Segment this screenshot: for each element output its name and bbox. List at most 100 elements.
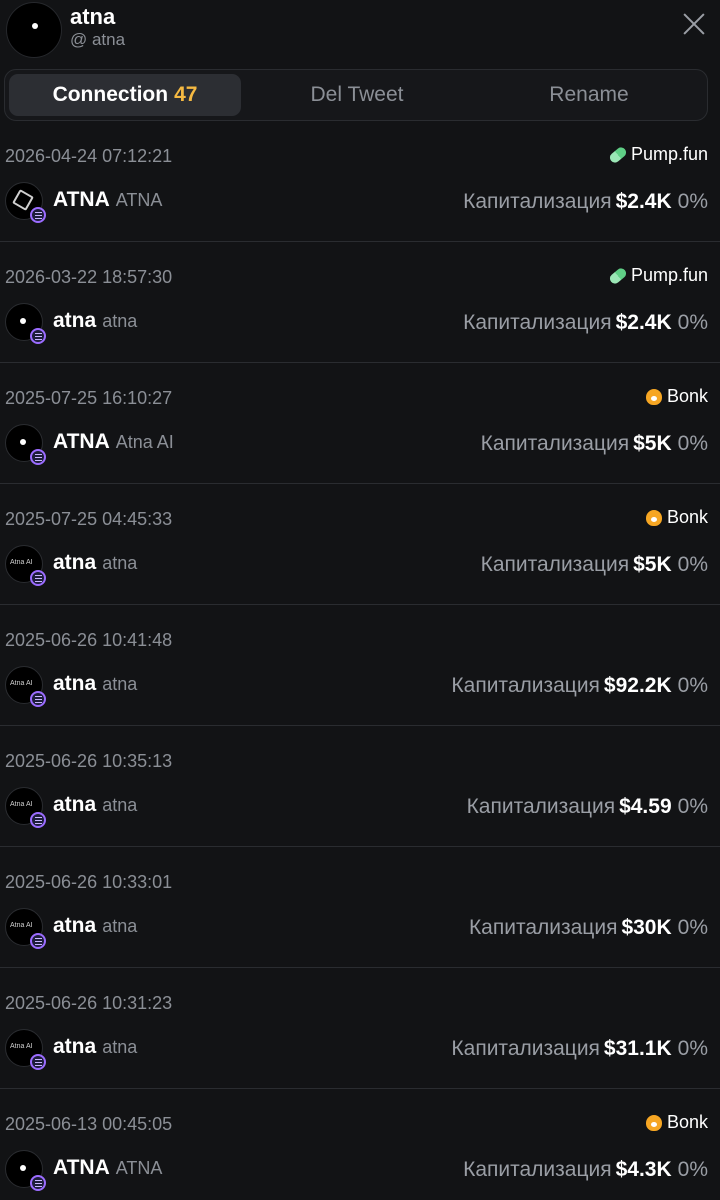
token-ticker[interactable]: atna atna — [53, 914, 137, 938]
avatar-text: Atna AI — [10, 1043, 33, 1050]
token-row[interactable]: 2025-06-26 10:31:23 Atna AI atna atna Кап… — [0, 968, 720, 1089]
market-cap-value: $92.2K — [603, 674, 672, 697]
solana-chain-icon — [30, 933, 46, 949]
market-cap-value: $2.4K — [615, 190, 672, 213]
token-symbol: atna — [53, 672, 97, 695]
pill-icon — [607, 144, 629, 165]
avatar-text: Atna AI — [10, 922, 33, 929]
market-cap-label: Капитализация — [451, 1037, 600, 1060]
dot-logo-icon — [20, 439, 26, 445]
market-cap-label: Капитализация — [468, 916, 618, 939]
token-name: Atna AI — [115, 432, 174, 452]
bonk-icon — [645, 1114, 662, 1131]
token-ticker[interactable]: atna atna — [53, 793, 137, 817]
market-cap-label: Капитализация — [451, 674, 600, 697]
token-row[interactable]: 2025-06-26 10:35:13 Atna AI atna atna Кап… — [0, 726, 720, 847]
token-symbol: atna — [53, 551, 97, 574]
tab-bar: Connection 47 Del Tweet Rename — [4, 69, 708, 121]
token-row[interactable]: 2026-03-22 18:57:30 Pump.fun atna atna Ка… — [0, 242, 720, 363]
market-cap-value: $4.59 — [619, 795, 672, 818]
row-date: 2025-06-26 10:35:13 — [5, 751, 173, 771]
tab-del-tweet[interactable]: Del Tweet — [241, 74, 473, 116]
token-ticker[interactable]: atna atna — [53, 309, 137, 333]
token-name: ATNA — [115, 190, 163, 210]
tab-connection-count: 47 — [174, 83, 198, 106]
token-ticker[interactable]: atna atna — [53, 672, 137, 696]
market-cap-value: $5K — [633, 553, 672, 576]
token-ticker[interactable]: atna atna — [53, 551, 137, 575]
token-symbol: ATNA — [53, 1156, 110, 1179]
row-date: 2025-07-25 16:10:27 — [5, 388, 173, 408]
token-name: atna — [102, 1037, 138, 1057]
tab-rename[interactable]: Rename — [473, 74, 705, 116]
token-symbol: ATNA — [53, 188, 110, 211]
token-avatar: Atna AI — [5, 545, 46, 586]
avatar-text: Atna AI — [10, 680, 33, 687]
price-change: 0% — [677, 553, 708, 576]
token-row[interactable]: 2025-07-25 04:45:33 Bonk Atna AI atna atn… — [0, 484, 720, 605]
solana-chain-icon — [30, 207, 46, 223]
token-ticker[interactable]: ATNA ATNA — [53, 1156, 162, 1180]
token-avatar: Atna AI — [5, 908, 46, 949]
tab-connection[interactable]: Connection 47 — [9, 74, 241, 116]
market-cap-label: Капитализация — [463, 190, 612, 213]
bonk-icon — [645, 509, 662, 526]
token-name: atna — [102, 795, 138, 815]
price-change: 0% — [677, 432, 708, 455]
row-date: 2026-03-22 18:57:30 — [5, 267, 173, 287]
token-row[interactable]: 2025-06-26 10:41:48 Atna AI atna atna Кап… — [0, 605, 720, 726]
market-cap-value: $31.1K — [603, 1037, 672, 1060]
row-date: 2025-06-26 10:31:23 — [5, 993, 173, 1013]
token-ticker[interactable]: atna atna — [53, 1035, 137, 1059]
bonk-icon — [645, 388, 662, 405]
token-avatar: Atna AI — [5, 1029, 46, 1070]
price-change: 0% — [677, 916, 708, 939]
token-row[interactable]: 2025-07-25 16:10:27 Bonk ATNA Atna AI Кап… — [0, 363, 720, 484]
token-list: 2026-04-24 07:12:21 Pump.fun ATNA ATNA Ка… — [0, 121, 720, 1200]
avatar-text: Atna AI — [10, 559, 33, 566]
token-row[interactable]: 2026-04-24 07:12:21 Pump.fun ATNA ATNA Ка… — [0, 121, 720, 242]
launchpad-badge: Bonk — [645, 507, 708, 528]
price-change: 0% — [677, 1158, 708, 1181]
solana-chain-icon — [30, 1175, 46, 1191]
token-name: ATNA — [115, 1158, 163, 1178]
profile-avatar[interactable] — [6, 2, 62, 58]
close-icon[interactable] — [676, 6, 712, 42]
token-symbol: atna — [53, 914, 97, 937]
token-row[interactable]: 2025-06-13 00:45:05 Bonk ATNA ATNA Капита… — [0, 1089, 720, 1200]
token-symbol: atna — [53, 1035, 97, 1058]
market-cap-label: Капитализация — [480, 432, 630, 455]
token-name: atna — [102, 674, 138, 694]
launchpad-label: Bonk — [666, 1112, 708, 1132]
token-avatar: Atna AI — [5, 666, 46, 707]
token-symbol: ATNA — [53, 430, 110, 453]
tab-connection-label: Connection — [52, 83, 169, 106]
market-cap: Капитализация $4.3K 0% — [463, 1158, 708, 1182]
token-avatar — [5, 424, 46, 465]
market-cap: Капитализация $5K 0% — [481, 553, 708, 577]
token-name: atna — [102, 553, 138, 573]
token-avatar — [5, 303, 46, 344]
token-row[interactable]: 2025-06-26 10:33:01 Atna AI atna atna Кап… — [0, 847, 720, 968]
price-change: 0% — [677, 190, 708, 213]
launchpad-badge: Pump.fun — [607, 265, 708, 286]
token-ticker[interactable]: ATNA ATNA — [53, 188, 162, 212]
token-ticker[interactable]: ATNA Atna AI — [53, 430, 174, 454]
market-cap: Капитализация $5K 0% — [481, 432, 708, 456]
row-date: 2025-06-26 10:33:01 — [5, 872, 173, 892]
market-cap: Капитализация $4.59 0% — [467, 795, 708, 819]
token-avatar: Atna AI — [5, 787, 46, 828]
token-avatar — [5, 1150, 46, 1191]
token-avatar — [5, 182, 46, 223]
price-change: 0% — [677, 1037, 708, 1060]
launchpad-badge: Bonk — [645, 386, 708, 407]
market-cap: Капитализация $2.4K 0% — [463, 190, 708, 214]
market-cap-value: $5K — [633, 432, 672, 455]
market-cap-label: Капитализация — [480, 553, 630, 576]
avatar-text: Atna AI — [10, 801, 33, 808]
market-cap-value: $30K — [621, 916, 672, 939]
launchpad-label: Pump.fun — [630, 265, 708, 285]
market-cap-value: $4.3K — [615, 1158, 672, 1181]
solana-chain-icon — [30, 1054, 46, 1070]
dot-logo-icon — [20, 318, 26, 324]
